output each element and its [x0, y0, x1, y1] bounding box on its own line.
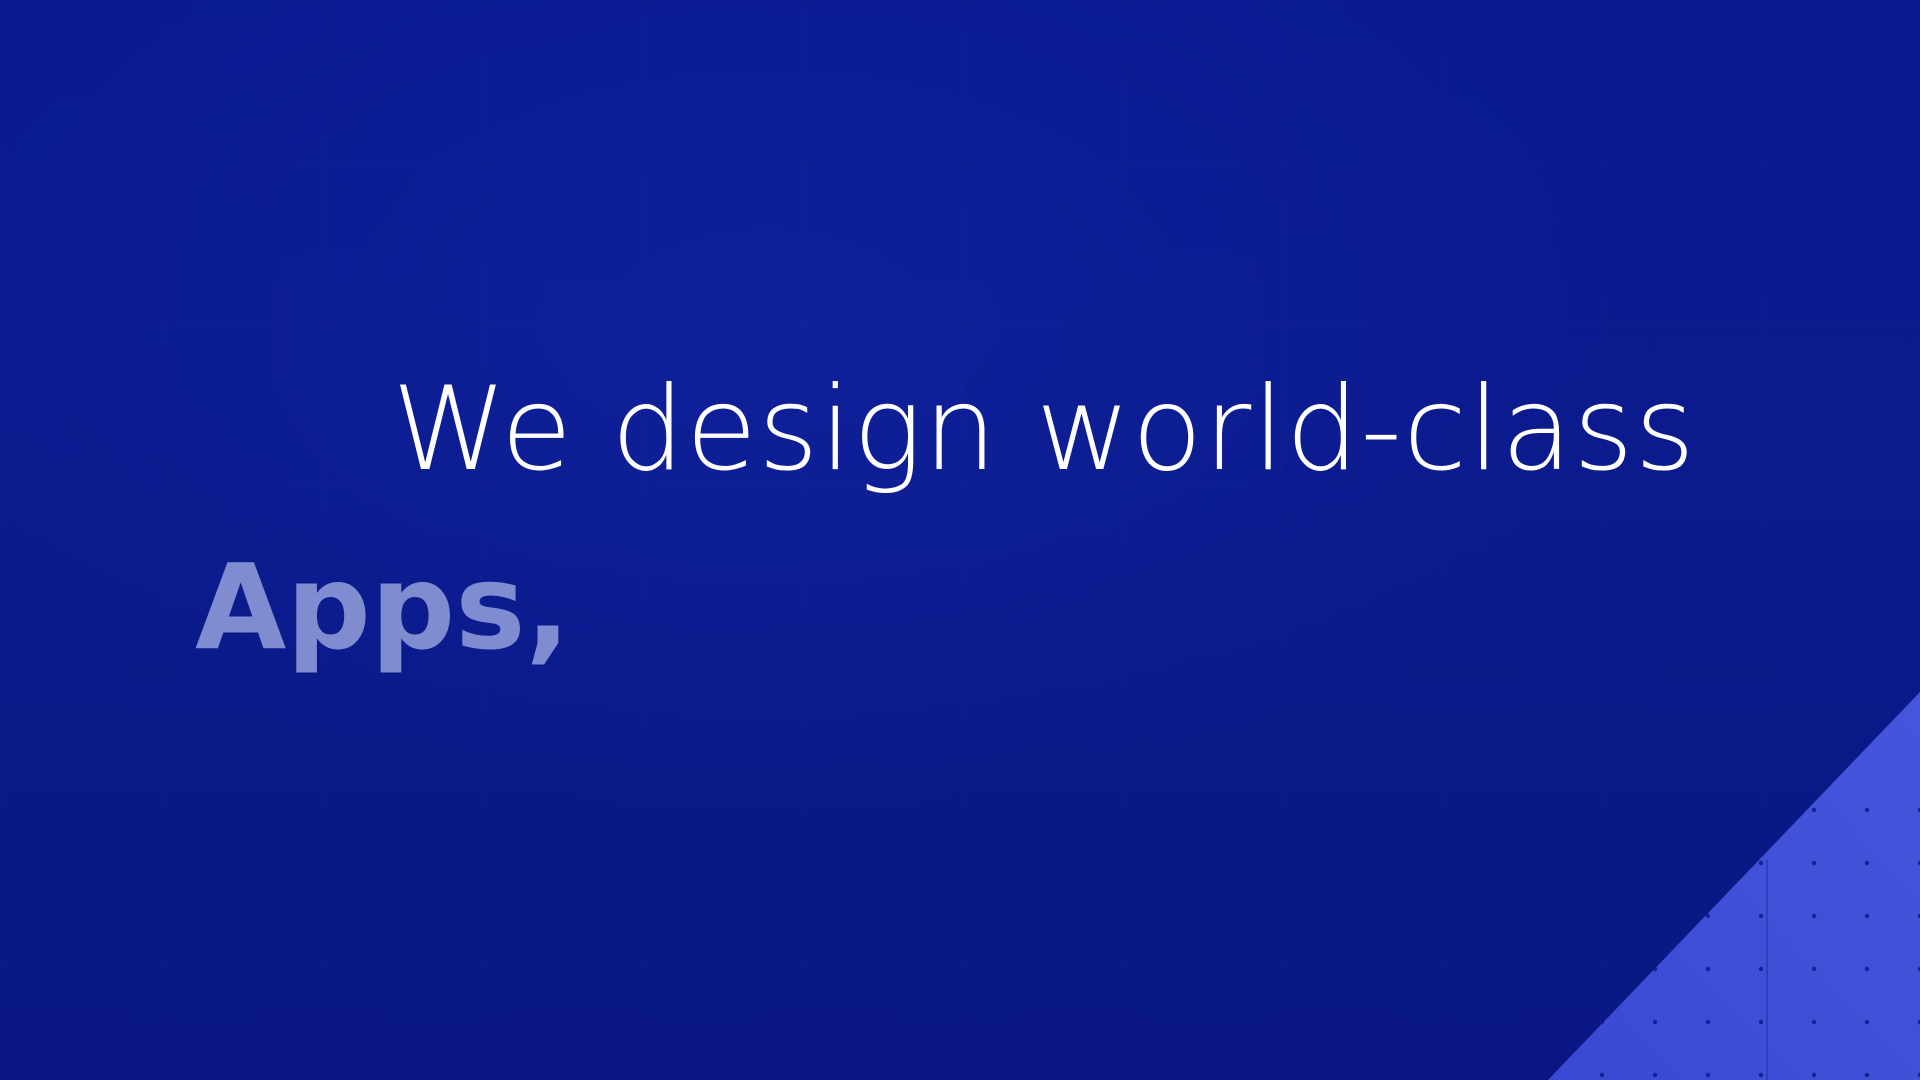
- accent-dot: [1864, 966, 1870, 972]
- accent-dot: [1652, 913, 1658, 919]
- accent-dot: [1864, 807, 1870, 813]
- accent-dot: [1864, 1072, 1870, 1078]
- accent-dot: [1864, 860, 1870, 866]
- hero-rotating-word: Apps,: [195, 538, 571, 676]
- accent-dot: [1705, 860, 1711, 866]
- accent-dot: [1652, 1072, 1658, 1078]
- accent-dot: [1652, 860, 1658, 866]
- accent-dot: [1599, 1072, 1605, 1078]
- accent-dot: [1811, 860, 1817, 866]
- accent-dot: [1758, 860, 1764, 866]
- accent-dot: [1758, 1019, 1764, 1025]
- accent-dot: [1652, 1019, 1658, 1025]
- accent-dot: [1758, 913, 1764, 919]
- accent-dot: [1599, 966, 1605, 972]
- accent-dot: [1758, 807, 1764, 813]
- accent-dot: [1811, 1072, 1817, 1078]
- accent-dot: [1811, 913, 1817, 919]
- accent-dot: [1705, 807, 1711, 813]
- accent-dot: [1599, 1019, 1605, 1025]
- accent-dot: [1811, 807, 1817, 813]
- accent-dot: [1599, 807, 1605, 813]
- accent-dot: [1864, 913, 1870, 919]
- accent-dot: [1652, 966, 1658, 972]
- accent-dot: [1705, 966, 1711, 972]
- hero-stage: We design world-class Apps,: [0, 0, 1920, 1080]
- accent-dot: [1652, 807, 1658, 813]
- accent-dot: [1599, 860, 1605, 866]
- accent-dot: [1864, 1019, 1870, 1025]
- accent-dot: [1758, 966, 1764, 972]
- accent-dot: [1599, 913, 1605, 919]
- accent-triangle: [1548, 692, 1920, 1080]
- accent-dot: [1705, 1072, 1711, 1078]
- accent-dot: [1758, 1072, 1764, 1078]
- accent-dot-grid: [1599, 807, 1920, 1078]
- accent-dot: [1811, 1019, 1817, 1025]
- accent-dot: [1705, 913, 1711, 919]
- accent-dot: [1705, 1019, 1711, 1025]
- hero-headline: We design world-class: [392, 362, 1697, 497]
- accent-dot: [1811, 966, 1817, 972]
